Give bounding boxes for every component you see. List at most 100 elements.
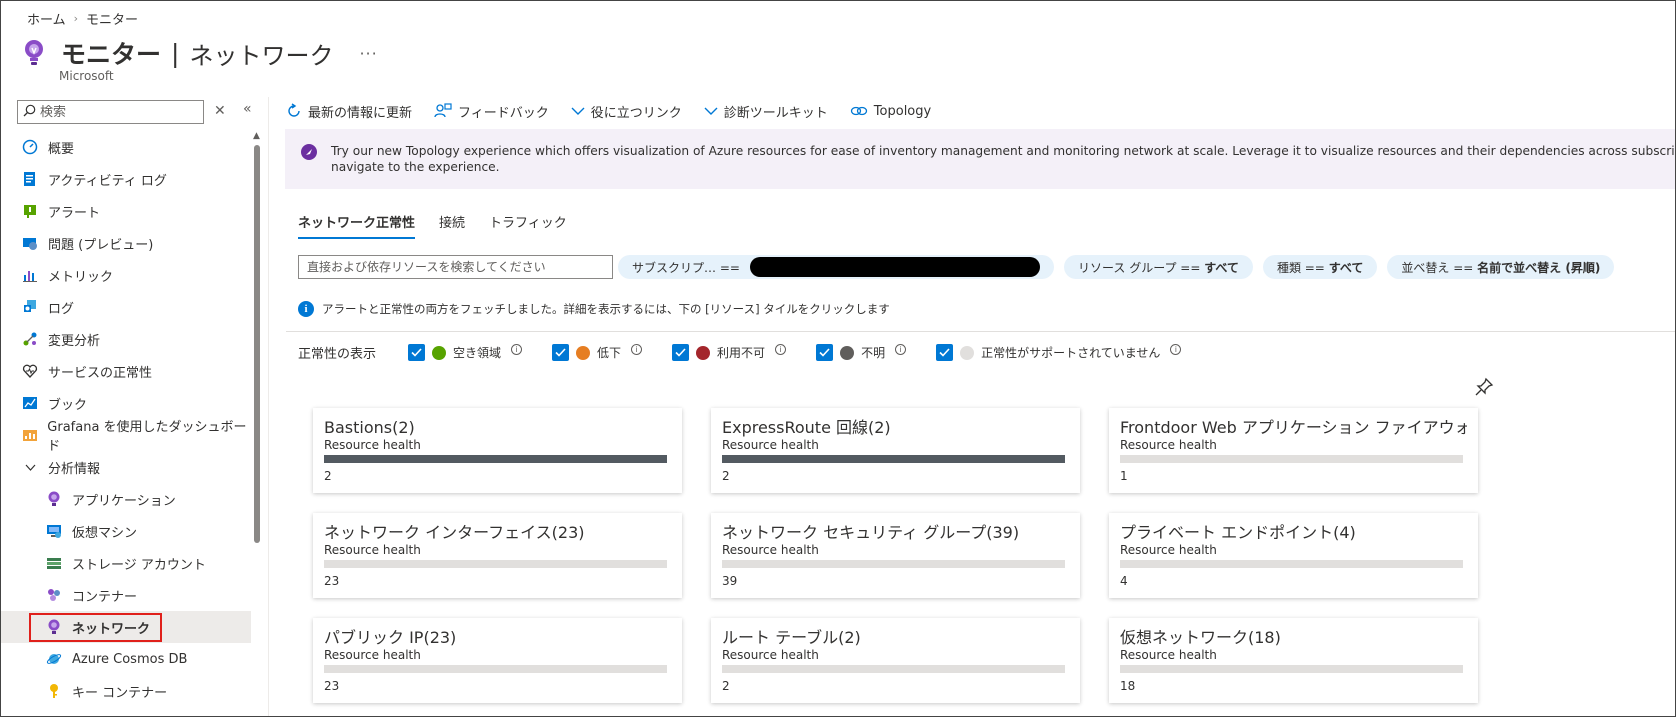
sidebar-item-grafana[interactable]: Grafana を使用したダッシュボード <box>1 419 251 454</box>
help-icon[interactable]: i <box>511 344 523 355</box>
health-option-degraded[interactable]: 低下 i <box>552 344 643 361</box>
sidebar-item-virtual-machines[interactable]: 仮想マシン <box>1 515 251 547</box>
sidebar-item-key-vault[interactable]: キー コンテナー <box>1 675 251 707</box>
sidebar-item-label: 問題 (プレビュー) <box>48 237 154 253</box>
sidebar-scrollbar[interactable]: ▲ <box>253 131 261 716</box>
sidebar-item-workbooks[interactable]: ブック <box>1 387 251 419</box>
help-icon[interactable]: i <box>775 344 787 355</box>
chevron-down-icon <box>704 107 718 116</box>
overview-icon <box>21 138 39 156</box>
containers-icon <box>45 586 63 604</box>
sidebar-item-label: 仮想マシン <box>72 525 138 541</box>
chevron-right-icon: › <box>73 12 79 25</box>
resource-tile-public-ip[interactable]: パブリック IP(23) Resource health 23 <box>313 618 682 703</box>
sidebar: ✕ « 概要 アクティビティ ログ アラート <box>1 97 269 716</box>
sidebar-item-metrics[interactable]: メトリック <box>1 259 251 291</box>
sidebar-item-overview[interactable]: 概要 <box>1 131 251 163</box>
health-option-unknown[interactable]: 不明 i <box>816 344 907 361</box>
tab-bar: ネットワーク正常性 接続 トラフィック <box>298 212 567 239</box>
status-dot-icon <box>840 345 855 360</box>
resource-tile-route-tables[interactable]: ルート テーブル(2) Resource health 2 <box>711 618 1080 703</box>
sidebar-search-input[interactable] <box>40 104 195 120</box>
useful-links-button[interactable]: 役に立つリンク <box>571 102 682 121</box>
resource-group-filter-pill[interactable]: リソース グループ == すべて <box>1064 255 1253 279</box>
help-icon[interactable]: i <box>1170 344 1182 355</box>
health-option-unavailable[interactable]: 利用不可 i <box>672 344 787 361</box>
resource-tile-network-interfaces[interactable]: ネットワーク インターフェイス(23) Resource health 23 <box>313 513 682 598</box>
resource-tile-private-endpoints[interactable]: プライベート エンドポイント(4) Resource health 4 <box>1109 513 1478 598</box>
sidebar-item-storage-accounts[interactable]: ストレージ アカウント <box>1 547 251 579</box>
sidebar-item-label: アクティビティ ログ <box>48 173 167 189</box>
sidebar-item-label: アプリケーション <box>72 493 176 509</box>
sidebar-search-box[interactable] <box>17 100 204 124</box>
status-dot-icon <box>696 345 711 360</box>
sidebar-item-networks[interactable]: ネットワーク <box>1 611 251 643</box>
sidebar-item-logs[interactable]: ログ <box>1 291 251 323</box>
breadcrumb: ホーム › モニター <box>27 9 138 28</box>
resource-tile-bastions[interactable]: Bastions(2) Resource health 2 <box>313 408 682 493</box>
sidebar-item-label: ログ <box>48 301 75 317</box>
type-filter-pill[interactable]: 種類 == すべて <box>1262 255 1378 279</box>
checkbox-checked-icon[interactable] <box>672 344 690 361</box>
sidebar-item-label: ストレージ アカウント <box>72 557 206 573</box>
sidebar-item-label: アラート <box>48 205 101 221</box>
help-icon[interactable]: i <box>895 344 907 355</box>
chevron-down-icon <box>571 107 585 116</box>
refresh-button[interactable]: 最新の情報に更新 <box>286 102 412 121</box>
sidebar-item-alerts[interactable]: アラート <box>1 195 251 227</box>
sidebar-item-containers[interactable]: コンテナー <box>1 579 251 611</box>
sidebar-item-label: Azure Cosmos DB <box>72 651 188 667</box>
sidebar-item-service-health[interactable]: サービスの正常性 <box>1 355 251 387</box>
diagnostic-toolkit-button[interactable]: 診断ツールキット <box>704 102 828 121</box>
tab-network-health[interactable]: ネットワーク正常性 <box>298 212 416 239</box>
sidebar-item-change-analysis[interactable]: 変更分析 <box>1 323 251 355</box>
scroll-thumb[interactable] <box>254 145 260 543</box>
scroll-up-icon[interactable]: ▲ <box>253 131 260 141</box>
health-filter-row: 正常性の表示 空き領域 i 低下 i 利用不可 i 不明 i 正常性がサポートさ… <box>298 343 1211 362</box>
sidebar-item-label: メトリック <box>48 269 114 285</box>
resource-tile-expressroute[interactable]: ExpressRoute 回線(2) Resource health 2 <box>711 408 1080 493</box>
checkbox-checked-icon[interactable] <box>408 344 426 361</box>
sidebar-item-issues[interactable]: 問題 (プレビュー) <box>1 227 251 259</box>
change-analysis-icon <box>21 330 39 348</box>
resource-search-input[interactable] <box>298 255 613 279</box>
tab-connectivity[interactable]: 接続 <box>439 212 465 239</box>
resource-tile-frontdoor-waf[interactable]: Frontdoor Web アプリケーション ファイアウォ…(1) Resour… <box>1109 408 1478 493</box>
sidebar-item-label: キー コンテナー <box>72 685 168 701</box>
breadcrumb-home[interactable]: ホーム <box>27 9 66 28</box>
health-option-available[interactable]: 空き領域 i <box>408 344 523 361</box>
health-option-not-supported[interactable]: 正常性がサポートされていません i <box>936 344 1182 361</box>
health-filter-label: 正常性の表示 <box>298 347 377 362</box>
resource-tile-nsg[interactable]: ネットワーク セキュリティ グループ(39) Resource health 3… <box>711 513 1080 598</box>
sidebar-item-cosmos-db[interactable]: Azure Cosmos DB <box>1 643 251 675</box>
feedback-button[interactable]: フィードバック <box>434 102 549 121</box>
more-options-button[interactable]: ··· <box>359 44 377 63</box>
page-header: モニター | ネットワーク ··· <box>21 35 378 71</box>
pin-icon[interactable] <box>1474 377 1494 401</box>
checkbox-checked-icon[interactable] <box>816 344 834 361</box>
cosmos-db-icon <box>45 650 63 668</box>
health-bar <box>324 560 667 568</box>
sidebar-item-label: サービスの正常性 <box>48 365 153 381</box>
subscription-filter-pill[interactable]: サブスクリプ… == <box>618 255 1054 279</box>
sidebar-item-applications[interactable]: アプリケーション <box>1 483 251 515</box>
chevron-down-icon <box>25 461 36 474</box>
sidebar-item-activity-log[interactable]: アクティビティ ログ <box>1 163 251 195</box>
sort-filter-pill[interactable]: 並べ替え == 名前で並べ替え (昇順) <box>1387 255 1615 279</box>
help-icon[interactable]: i <box>631 344 643 355</box>
sidebar-group-insights[interactable]: 分析情報 <box>1 451 251 483</box>
checkbox-checked-icon[interactable] <box>552 344 570 361</box>
close-icon[interactable]: ✕ <box>214 103 226 119</box>
health-bar <box>722 665 1065 673</box>
topology-button[interactable]: Topology <box>850 104 931 119</box>
title-separator: | <box>171 38 180 68</box>
collapse-sidebar-icon[interactable]: « <box>243 101 252 117</box>
resource-tile-virtual-networks[interactable]: 仮想ネットワーク(18) Resource health 18 <box>1109 618 1478 703</box>
breadcrumb-current[interactable]: モニター <box>86 9 138 28</box>
org-name: Microsoft <box>59 69 114 83</box>
topology-banner[interactable]: Try our new Topology experience which of… <box>285 129 1676 189</box>
banner-text: Try our new Topology experience which of… <box>331 144 1676 174</box>
tab-traffic[interactable]: トラフィック <box>489 212 567 239</box>
storage-accounts-icon <box>45 554 63 572</box>
checkbox-checked-icon[interactable] <box>936 344 954 361</box>
